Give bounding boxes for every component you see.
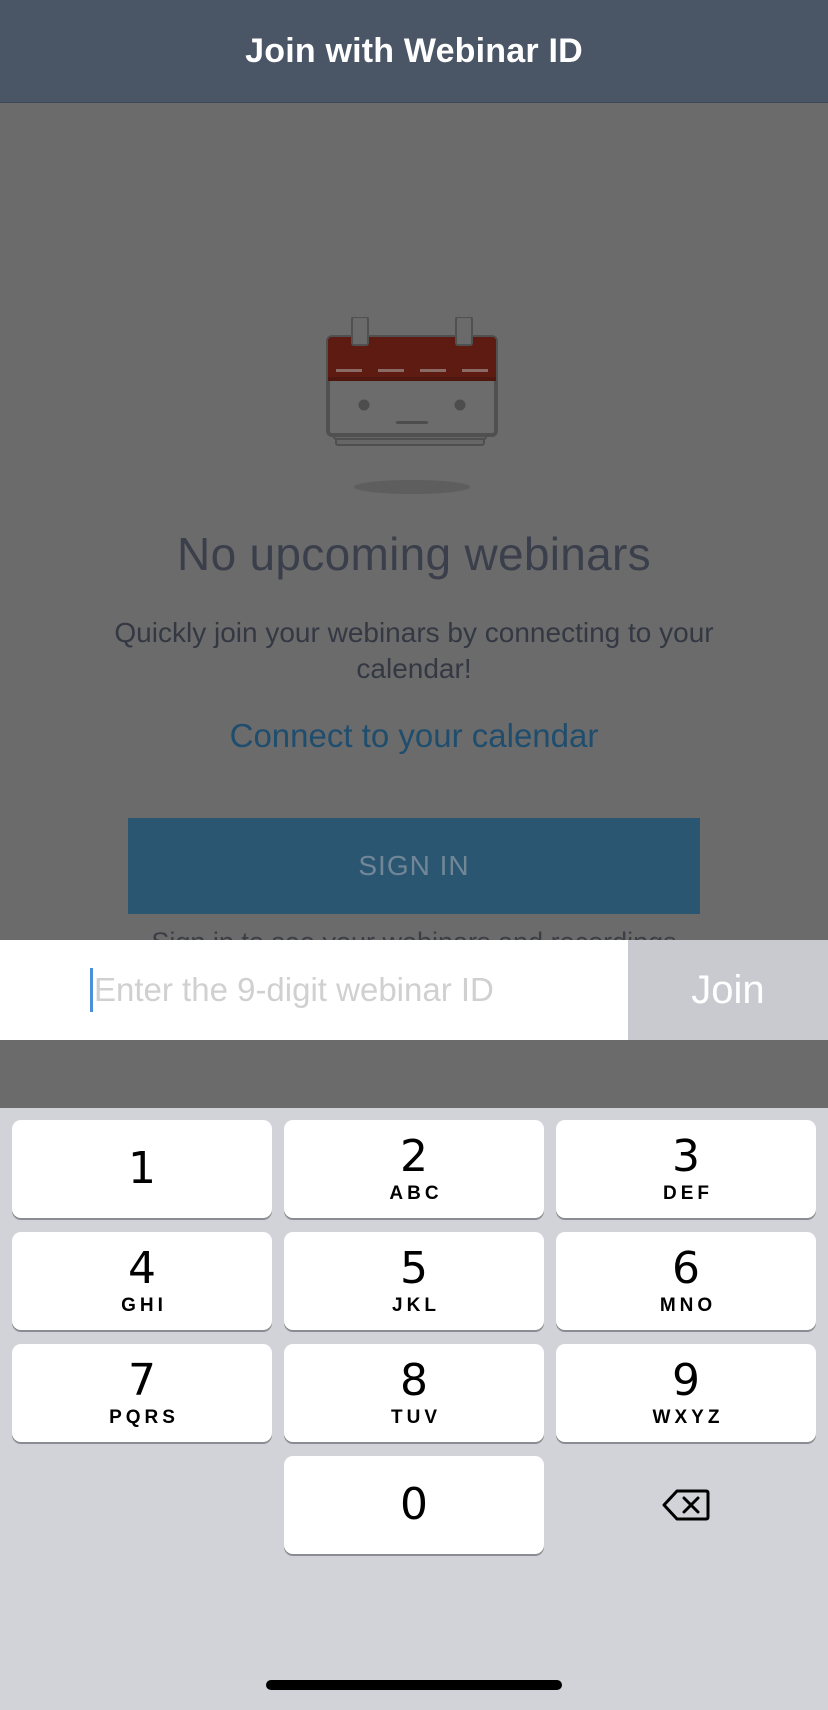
home-indicator[interactable] bbox=[266, 1680, 562, 1690]
key-digit: 9 bbox=[672, 1355, 700, 1406]
key-9[interactable]: 9 WXYZ bbox=[556, 1344, 816, 1442]
key-3[interactable]: 3 DEF bbox=[556, 1120, 816, 1218]
page-title: Join with Webinar ID bbox=[245, 31, 583, 70]
key-7[interactable]: 7 PQRS bbox=[12, 1344, 272, 1442]
key-digit: 1 bbox=[128, 1143, 156, 1194]
key-letters: MNO bbox=[659, 1295, 717, 1316]
nav-header: Join with Webinar ID bbox=[0, 0, 828, 103]
key-digit: 8 bbox=[400, 1355, 428, 1406]
key-letters: DEF bbox=[663, 1183, 713, 1204]
sign-in-hint: Sign in to see your webinars and recordi… bbox=[0, 927, 828, 940]
key-letters: WXYZ bbox=[652, 1407, 724, 1428]
key-2[interactable]: 2 ABC bbox=[284, 1120, 544, 1218]
numeric-keypad: 1 2 ABC 3 DEF 4 GHI 5 JKL 6 MNO 7 PQRS 8… bbox=[0, 1108, 828, 1710]
key-digit: 2 bbox=[400, 1131, 428, 1182]
sign-in-button[interactable]: SIGN IN bbox=[128, 818, 700, 914]
connect-calendar-link[interactable]: Connect to your calendar bbox=[0, 717, 828, 755]
calendar-illustration-icon bbox=[326, 317, 498, 494]
key-8[interactable]: 8 TUV bbox=[284, 1344, 544, 1442]
key-letters: JKL bbox=[392, 1295, 440, 1316]
webinar-id-input[interactable] bbox=[94, 940, 614, 1040]
webinar-id-field[interactable] bbox=[0, 940, 628, 1040]
key-digit: 7 bbox=[128, 1355, 156, 1406]
backspace-icon bbox=[662, 1489, 710, 1521]
delete-key[interactable] bbox=[556, 1456, 816, 1554]
dimmed-content: No upcoming webinars Quickly join your w… bbox=[0, 103, 828, 940]
key-letters: PQRS bbox=[109, 1407, 179, 1428]
join-bar: Join bbox=[0, 940, 828, 1040]
key-4[interactable]: 4 GHI bbox=[12, 1232, 272, 1330]
key-5[interactable]: 5 JKL bbox=[284, 1232, 544, 1330]
key-1[interactable]: 1 bbox=[12, 1120, 272, 1218]
key-digit: 4 bbox=[128, 1243, 156, 1294]
key-letters: ABC bbox=[389, 1183, 443, 1204]
key-letters: TUV bbox=[391, 1407, 441, 1428]
empty-state-title: No upcoming webinars bbox=[177, 528, 651, 580]
key-digit: 6 bbox=[672, 1243, 700, 1294]
key-digit: 5 bbox=[400, 1243, 428, 1294]
key-letters: GHI bbox=[121, 1295, 167, 1316]
key-0[interactable]: 0 bbox=[284, 1456, 544, 1554]
empty-state-description: Quickly join your webinars by connecting… bbox=[114, 617, 714, 684]
key-digit: 3 bbox=[672, 1131, 700, 1182]
key-6[interactable]: 6 MNO bbox=[556, 1232, 816, 1330]
text-cursor bbox=[90, 968, 93, 1012]
join-button[interactable]: Join bbox=[628, 940, 828, 1040]
dimmed-gap bbox=[0, 1040, 828, 1108]
key-digit: 0 bbox=[400, 1479, 428, 1530]
